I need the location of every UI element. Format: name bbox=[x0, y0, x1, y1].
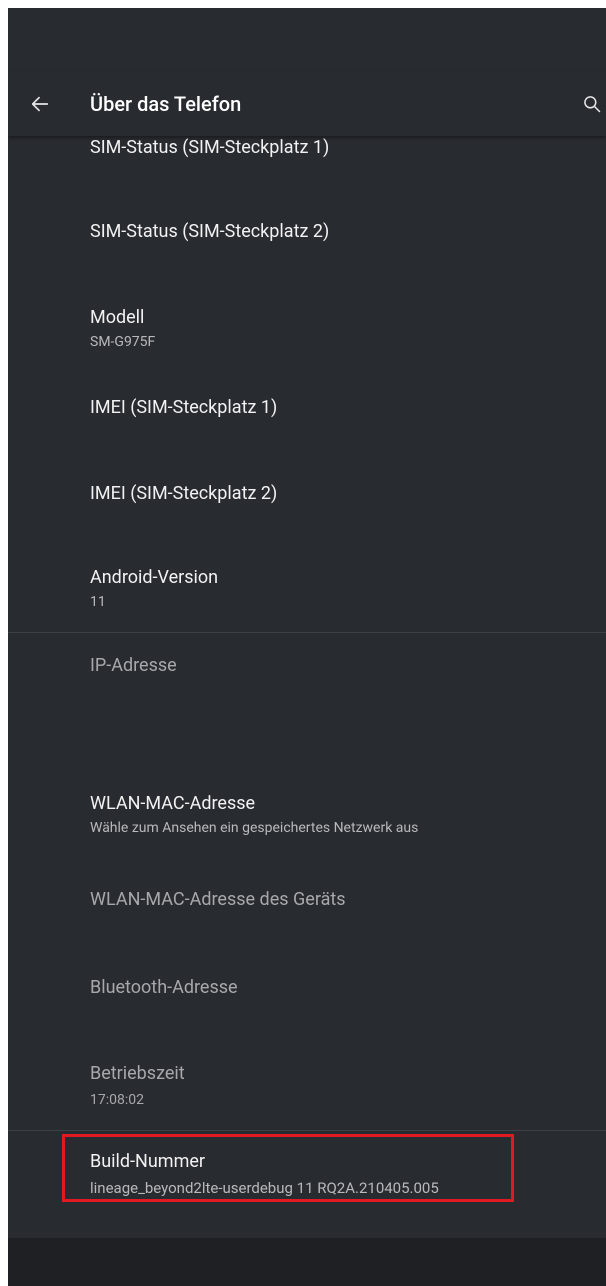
item-title: WLAN-MAC-Adresse bbox=[90, 793, 256, 814]
settings-list[interactable]: SIM-Status (SIM-Steckplatz 1) SIM-Status… bbox=[8, 8, 606, 1238]
list-item-sim-status-2[interactable]: SIM-Status (SIM-Steckplatz 2) bbox=[8, 204, 606, 260]
search-button[interactable] bbox=[578, 90, 606, 118]
item-title: IMEI (SIM-Steckplatz 2) bbox=[90, 483, 278, 504]
navigation-bar bbox=[8, 1238, 606, 1286]
list-item-android-version[interactable]: Android-Version 11 bbox=[8, 554, 606, 628]
item-summary: 17:08:02 bbox=[90, 1092, 144, 1108]
item-summary: lineage_beyond2lte-userdebug 11 RQ2A.210… bbox=[90, 1179, 439, 1197]
list-item-imei-2[interactable]: IMEI (SIM-Steckplatz 2) bbox=[8, 466, 606, 522]
back-button[interactable] bbox=[24, 88, 56, 120]
item-title: SIM-Status (SIM-Steckplatz 1) bbox=[90, 137, 330, 158]
list-item-ip-address: IP-Adresse bbox=[8, 640, 606, 696]
app-bar: Über das Telefon bbox=[8, 72, 606, 136]
divider bbox=[8, 1130, 606, 1131]
list-item-wlan-mac[interactable]: WLAN-MAC-Adresse Wähle zum Ansehen ein g… bbox=[8, 780, 606, 856]
item-title: Build-Nummer bbox=[90, 1151, 205, 1172]
page-title: Über das Telefon bbox=[90, 92, 242, 116]
item-title: SIM-Status (SIM-Steckplatz 2) bbox=[90, 221, 330, 242]
search-icon bbox=[584, 96, 601, 113]
item-title: Bluetooth-Adresse bbox=[90, 977, 238, 998]
list-item-model[interactable]: Modell SM-G975F bbox=[8, 294, 606, 368]
list-item-uptime: Betriebszeit 17:08:02 bbox=[8, 1048, 606, 1122]
list-item-bluetooth-address: Bluetooth-Adresse bbox=[8, 962, 606, 1018]
list-item-build-number[interactable]: Build-Nummer lineage_beyond2lte-userdebu… bbox=[8, 1136, 606, 1208]
item-summary: Wähle zum Ansehen ein gespeichertes Netz… bbox=[90, 820, 419, 836]
item-title: Betriebszeit bbox=[90, 1063, 185, 1084]
divider bbox=[8, 632, 606, 633]
arrow-left-icon bbox=[31, 96, 49, 112]
settings-screen: SIM-Status (SIM-Steckplatz 1) SIM-Status… bbox=[8, 8, 606, 1286]
item-title: WLAN-MAC-Adresse des Geräts bbox=[90, 889, 346, 910]
item-title: Modell bbox=[90, 307, 145, 328]
item-summary: 11 bbox=[90, 594, 106, 610]
item-title: IP-Adresse bbox=[90, 655, 177, 676]
item-summary: SM-G975F bbox=[90, 334, 156, 350]
list-item-device-wlan-mac: WLAN-MAC-Adresse des Geräts bbox=[8, 874, 606, 930]
item-title: Android-Version bbox=[90, 567, 219, 588]
item-title: IMEI (SIM-Steckplatz 1) bbox=[90, 397, 278, 418]
list-item-imei-1[interactable]: IMEI (SIM-Steckplatz 1) bbox=[8, 380, 606, 436]
